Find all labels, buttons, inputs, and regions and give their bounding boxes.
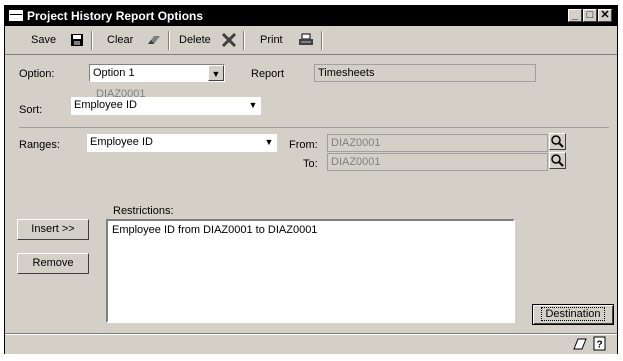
destination-label: Destination	[541, 307, 605, 321]
maximize-button[interactable]: □	[583, 9, 597, 22]
minimize-button[interactable]: _	[568, 9, 582, 22]
toolbar-separator	[321, 31, 323, 50]
eraser-icon[interactable]	[146, 33, 161, 47]
ranges-select[interactable]: Employee ID ▼	[87, 134, 277, 152]
save-icon[interactable]	[69, 33, 84, 47]
sort-dropdown-button[interactable]: ▼	[245, 97, 261, 113]
restrictions-list[interactable]: Employee ID from DIAZ0001 to DIAZ0001	[106, 219, 515, 323]
to-field[interactable]: DIAZ0001	[327, 153, 548, 171]
to-label: To:	[303, 158, 318, 170]
toolbar-separator	[91, 31, 93, 50]
clear-label: Clear	[107, 34, 134, 46]
clear-button[interactable]: Clear	[107, 34, 133, 46]
ranges-dropdown-button[interactable]: ▼	[261, 134, 277, 150]
close-button[interactable]: ✕	[598, 9, 612, 22]
note-icon[interactable]	[572, 336, 588, 355]
from-lookup-button[interactable]	[549, 133, 566, 150]
close-icon: ✕	[600, 9, 610, 21]
remove-button[interactable]: Remove	[17, 253, 89, 274]
toolbar-separator	[168, 31, 170, 50]
printer-icon[interactable]	[298, 33, 313, 47]
report-options-window: Project History Report Options _ □ ✕ Sav…	[4, 5, 618, 354]
toolbar: Save Clear Delete Print	[5, 27, 617, 55]
divider	[19, 127, 609, 128]
magnifier-icon	[551, 135, 564, 148]
save-button[interactable]: Save	[31, 34, 56, 46]
restrictions-label: Restrictions:	[113, 205, 174, 217]
print-button[interactable]: Print	[260, 34, 283, 46]
toolbar-separator	[243, 31, 245, 50]
sort-value: Employee ID	[74, 99, 137, 111]
minimize-icon: _	[571, 9, 579, 21]
magnifier-icon	[551, 154, 564, 167]
sort-select[interactable]: Employee ID ▼	[71, 97, 261, 115]
to-value: DIAZ0001	[331, 156, 381, 168]
report-value: Timesheets	[318, 67, 375, 79]
insert-label: Insert >>	[31, 223, 75, 235]
chevron-down-icon: ▼	[248, 100, 258, 110]
maximize-icon: □	[586, 9, 594, 21]
option-select[interactable]: Option 1 ▼	[89, 64, 225, 82]
status-bar: ?	[5, 333, 617, 354]
list-item[interactable]: Employee ID from DIAZ0001 to DIAZ0001	[112, 224, 509, 236]
delete-x-icon[interactable]	[221, 32, 237, 48]
option-value: Option 1	[93, 67, 135, 79]
to-lookup-button[interactable]	[549, 152, 566, 169]
option-label: Option:	[19, 68, 55, 80]
svg-text:?: ?	[597, 340, 603, 351]
title-bar: Project History Report Options _ □ ✕	[5, 6, 617, 26]
window-title: Project History Report Options	[27, 9, 204, 23]
from-label: From:	[289, 139, 318, 151]
window-menu-icon[interactable]	[9, 10, 23, 21]
delete-button[interactable]: Delete	[179, 34, 211, 46]
destination-button[interactable]: Destination	[532, 304, 614, 325]
help-icon[interactable]: ?	[593, 336, 607, 355]
insert-button[interactable]: Insert >>	[17, 219, 89, 240]
report-label: Report	[251, 68, 285, 80]
ranges-label: Ranges:	[19, 139, 60, 151]
chevron-down-icon: ▼	[264, 137, 274, 147]
ranges-value: Employee ID	[90, 136, 153, 148]
from-field[interactable]: DIAZ0001	[327, 134, 548, 152]
chevron-down-icon: ▼	[211, 69, 221, 79]
option-dropdown-button[interactable]: ▼	[208, 65, 224, 81]
remove-label: Remove	[32, 257, 74, 269]
report-field: Timesheets	[314, 64, 536, 82]
from-value: DIAZ0001	[331, 137, 381, 149]
sort-label: Sort:	[19, 104, 43, 116]
